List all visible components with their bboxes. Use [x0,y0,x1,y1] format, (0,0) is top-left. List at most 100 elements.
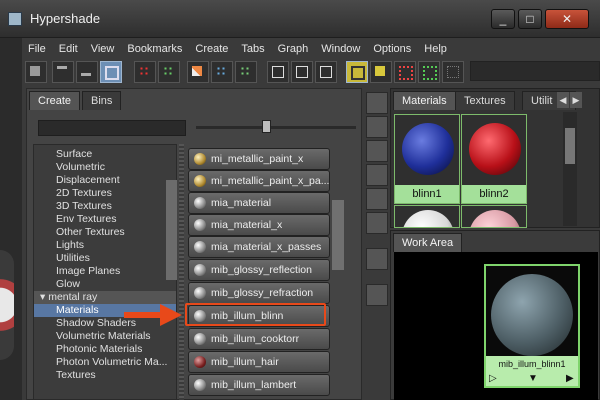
tab-materials[interactable]: Materials [393,91,456,110]
tree-item-env-textures[interactable]: Env Textures [34,213,176,226]
menu-bookmarks[interactable]: Bookmarks [121,40,189,58]
sphere-icon [194,219,206,231]
node-mib-glossy-refraction[interactable]: mib_glossy_refraction [188,282,330,304]
node-mi-metallic-paint-x[interactable]: mi_metallic_paint_x [188,148,330,170]
material-swatch-4[interactable] [461,205,527,228]
layout-top-icon[interactable] [52,61,74,83]
node-label: mib_illum_blinn1 [486,356,578,372]
hypershade-app-icon [8,12,22,26]
clear-graph-icon[interactable] [187,61,209,83]
minimize-button[interactable]: _ [491,9,515,29]
input-port-icon[interactable]: ▷ [489,372,497,386]
icon-size-slider[interactable] [196,126,356,129]
menu-options[interactable]: Options [367,40,418,58]
tab-textures[interactable]: Textures [455,91,515,110]
node-mi-metallic-paint-x-passes[interactable]: mi_metallic_paint_x_pa... [188,170,330,192]
tab-work-area[interactable]: Work Area [393,233,463,252]
tab-scroll-left-icon[interactable]: ◀ [557,92,569,108]
sphere-icon [194,287,206,299]
tree-item-textures[interactable]: Textures [34,369,176,382]
toolbar-search-field[interactable] [470,61,600,81]
node-mib-glossy-reflection[interactable]: mib_glossy_reflection [188,259,330,281]
tab-scroll-right-icon[interactable]: ▶ [570,92,582,108]
graph-materials-icon[interactable] [235,61,257,83]
layout-bottom-icon[interactable] [76,61,98,83]
strip-button-7[interactable] [366,248,388,270]
toggle-panel-icon[interactable] [25,61,47,83]
menu-tabs[interactable]: Tabs [235,40,271,58]
menu-edit[interactable]: Edit [53,40,85,58]
select-network-icon[interactable] [394,61,416,83]
sphere-icon [194,197,206,209]
tree-item-displacement[interactable]: Displacement [34,174,176,187]
materials-scroll-thumb[interactable] [565,128,575,164]
tree-item-glow[interactable]: Glow [34,278,176,291]
material-swatch-blinn1[interactable]: blinn1 [394,114,460,204]
menu-file[interactable]: File [22,40,53,58]
node-mia-material-x[interactable]: mia_material_x [188,214,330,236]
in-out-connections-icon[interactable] [291,61,313,83]
strip-button-1[interactable] [366,92,388,114]
toolbar [22,58,600,84]
layout-split-icon[interactable] [100,61,122,83]
panel-splitter[interactable] [179,144,184,400]
material-swatch-3[interactable] [394,205,460,228]
rearrange-graph-icon[interactable] [211,61,233,83]
input-connections-icon[interactable] [267,61,289,83]
tree-item-lights[interactable]: Lights [34,239,176,252]
menu-window[interactable]: Window [315,40,367,58]
select-objects-icon[interactable] [418,61,440,83]
material-swatch-blinn2[interactable]: blinn2 [461,114,527,204]
strip-button-6[interactable] [366,212,388,234]
node-mib-illum-cooktorr[interactable]: mib_illum_cooktorr [188,328,330,350]
tab-create[interactable]: Create [29,91,81,110]
sphere-icon [194,241,206,253]
filter-icon[interactable] [442,61,464,83]
tree-item-surface[interactable]: Surface [34,148,176,161]
node-category-tree: Surface Volumetric Displacement 2D Textu… [33,144,177,400]
slider-handle[interactable] [262,120,271,133]
metallic-sphere-icon [194,153,206,165]
node-filter-input[interactable] [38,120,186,136]
tree-item-utilities[interactable]: Utilities [34,252,176,265]
graph-network-icon[interactable] [134,61,156,83]
tree-item-other-textures[interactable]: Other Textures [34,226,176,239]
pointer-arrow-left [124,304,182,326]
pink-sphere [469,210,521,227]
output-port-icon[interactable]: ▶ [566,372,574,386]
strip-button-3[interactable] [366,140,388,162]
maximize-button[interactable]: □ [518,9,542,29]
tree-item-photonic-materials[interactable]: Photonic Materials [34,343,176,356]
menu-view[interactable]: View [85,40,122,58]
render-swatch-icon[interactable] [346,61,368,83]
tree-item-photon-volumetric[interactable]: Photon Volumetric Ma... [34,356,176,369]
output-connections-icon[interactable] [315,61,337,83]
hypershade-side-strip [364,88,388,400]
graph-nodes-icon[interactable] [158,61,180,83]
strip-button-2[interactable] [366,116,388,138]
tree-item-volumetric-materials[interactable]: Volumetric Materials [34,330,176,343]
menu-graph[interactable]: Graph [272,40,316,58]
menu-help[interactable]: Help [418,40,454,58]
node-mia-material[interactable]: mia_material [188,192,330,214]
strip-button-8[interactable] [366,284,388,306]
expand-node-icon[interactable]: ▼ [528,372,538,386]
tree-item-2d-textures[interactable]: 2D Textures [34,187,176,200]
tree-item-3d-textures[interactable]: 3D Textures [34,200,176,213]
menu-create[interactable]: Create [189,40,235,58]
node-mia-material-x-passes[interactable]: mia_material_x_passes [188,236,330,258]
hair-sphere-icon [194,356,206,368]
tab-bins[interactable]: Bins [82,91,122,110]
materials-scrollbar[interactable] [563,112,577,226]
strip-button-5[interactable] [366,188,388,210]
tree-item-image-planes[interactable]: Image Planes [34,265,176,278]
close-button[interactable]: ✕ [545,9,589,29]
tree-scrollbar[interactable] [166,180,177,280]
node-mib-illum-hair[interactable]: mib_illum_hair [188,351,330,373]
node-list-scrollbar[interactable] [332,200,344,270]
node-controls: ▷ ▼ ▶ [486,372,578,386]
tree-item-volumetric[interactable]: Volumetric [34,161,176,174]
strip-button-4[interactable] [366,164,388,186]
node-mib-illum-lambert[interactable]: mib_illum_lambert [188,374,330,396]
swatch-toggle-icon[interactable] [370,61,392,83]
